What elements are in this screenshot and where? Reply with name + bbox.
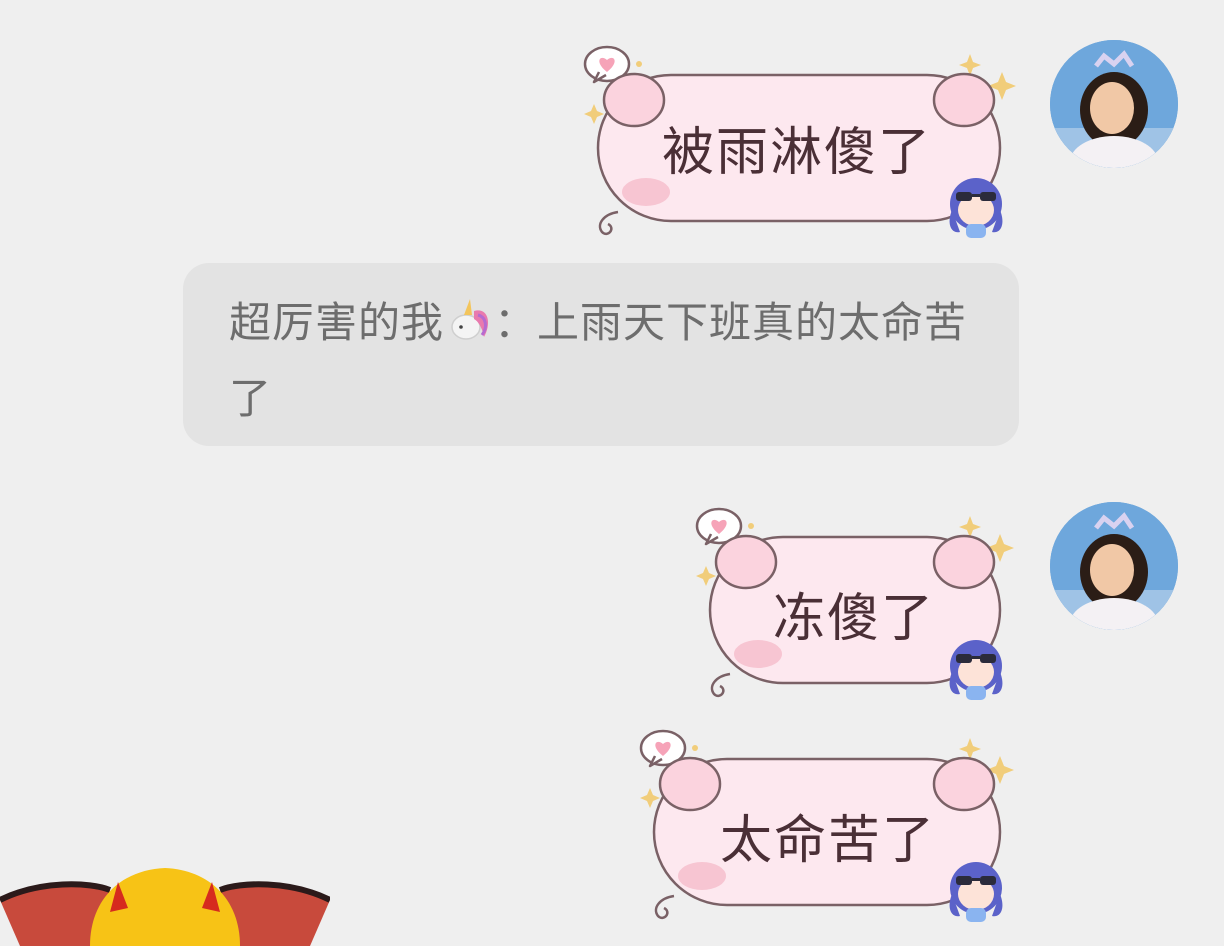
devil-mascot-icon: [0, 868, 330, 946]
avatar[interactable]: [1050, 40, 1178, 168]
message-text: 太命苦了: [719, 811, 936, 871]
unicorn-icon: [451, 299, 489, 340]
avatar[interactable]: [1050, 502, 1178, 630]
chibi-sticker-icon: [949, 862, 1003, 922]
message-bubble[interactable]: 冻傻了: [694, 504, 1014, 704]
message-bubble[interactable]: 太命苦了: [638, 726, 1014, 926]
separator: ：: [494, 298, 538, 347]
sender-name: 超厉害的我: [229, 298, 445, 347]
chibi-sticker-icon: [949, 178, 1003, 238]
message-text: 冻傻了: [772, 589, 935, 649]
message-row: 被雨淋傻了: [0, 0, 1224, 250]
message-bubble[interactable]: 被雨淋傻了: [582, 42, 1016, 242]
chibi-sticker-icon: [949, 640, 1003, 700]
message-row: 冻傻了: [0, 500, 1224, 710]
quoted-message-notice[interactable]: 超厉害的我 ：上雨天下班真的太命苦了: [183, 263, 1019, 446]
